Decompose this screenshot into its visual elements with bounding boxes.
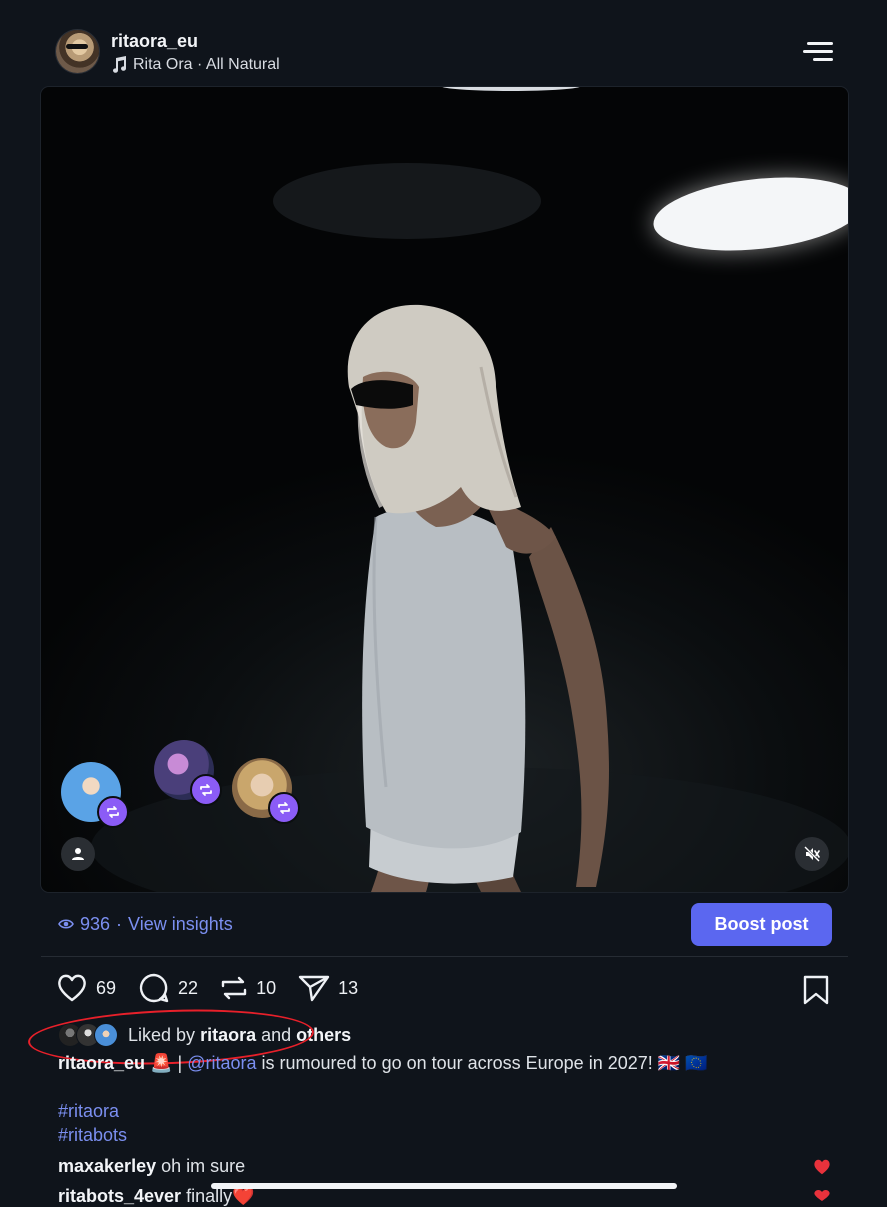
insights-row[interactable]: 936 · View insights <box>58 914 233 935</box>
song-attribution[interactable]: Rita Ora · All Natural <box>111 56 280 74</box>
share-count: 13 <box>338 977 359 998</box>
post-media[interactable] <box>41 87 848 892</box>
action-bar: 69 22 10 13 <box>56 972 358 1004</box>
menu-icon[interactable] <box>803 40 833 62</box>
divider <box>41 956 848 957</box>
home-indicator[interactable] <box>211 1183 677 1189</box>
username[interactable]: ritaora_eu <box>111 31 198 52</box>
reposter-avatar[interactable] <box>61 762 129 828</box>
comment-item: ritabots_4ever finally❤️ <box>58 1186 255 1207</box>
bookmark-icon[interactable] <box>802 975 830 1010</box>
repost-button[interactable]: 10 <box>220 973 276 1003</box>
caption-separator: | <box>177 1053 183 1073</box>
hashtag[interactable]: #ritaora <box>58 1101 119 1122</box>
share-button[interactable]: 13 <box>298 973 358 1003</box>
comment-count: 22 <box>178 977 199 998</box>
reposter-avatar[interactable] <box>154 740 222 806</box>
liker-avatars <box>58 1023 118 1047</box>
comment-button[interactable]: 22 <box>138 972 198 1004</box>
eye-icon <box>58 914 74 935</box>
repost-icon <box>220 973 248 1003</box>
comment-text: oh im sure <box>161 1156 246 1176</box>
liked-by-row[interactable]: Liked by ritaora and others <box>58 1023 351 1047</box>
comment-text: finally❤️ <box>186 1186 255 1206</box>
avatar <box>94 1023 118 1047</box>
liked-by-joiner: and <box>261 1024 292 1045</box>
reposter-avatar[interactable] <box>232 758 300 824</box>
like-count: 69 <box>96 977 117 998</box>
repost-icon <box>268 792 300 824</box>
person-icon[interactable] <box>61 837 95 871</box>
liked-by-prefix: Liked by <box>128 1024 196 1045</box>
view-insights-link[interactable]: View insights <box>128 914 233 935</box>
view-count: 936 <box>80 914 111 934</box>
liked-by-user[interactable]: ritaora <box>200 1025 256 1046</box>
heart-icon[interactable] <box>812 1188 832 1206</box>
repost-icon <box>190 774 222 806</box>
caption: ritaora_eu 🚨 | @ritaora is rumoured to g… <box>58 1053 708 1074</box>
post-header: ritaora_eu Rita Ora · All Natural <box>0 0 887 86</box>
liked-by-others[interactable]: others <box>296 1025 351 1046</box>
song-label: Rita Ora · All Natural <box>133 56 280 73</box>
boost-post-button[interactable]: Boost post <box>691 903 832 946</box>
siren-emoji: 🚨 <box>150 1053 173 1073</box>
caption-flags: 🇬🇧 🇪🇺 <box>657 1053 708 1073</box>
comment-author[interactable]: ritabots_4ever <box>58 1186 181 1206</box>
music-note-icon <box>111 56 127 74</box>
repost-icon <box>97 796 129 828</box>
caption-mention[interactable]: @ritaora <box>187 1053 256 1073</box>
like-button[interactable]: 69 <box>56 973 116 1003</box>
heart-icon[interactable] <box>812 1158 832 1181</box>
comment-item: maxakerley oh im sure <box>58 1156 245 1177</box>
hashtag[interactable]: #ritabots <box>58 1125 127 1146</box>
comment-author[interactable]: maxakerley <box>58 1156 156 1176</box>
separator: · <box>116 914 123 934</box>
caption-author[interactable]: ritaora_eu <box>58 1053 145 1073</box>
comment-bubble-icon <box>138 972 170 1004</box>
heart-icon <box>56 973 88 1003</box>
speaker-muted-icon[interactable] <box>795 837 829 871</box>
send-icon <box>298 973 330 1003</box>
avatar[interactable] <box>56 30 99 73</box>
caption-text: is rumoured to go on tour across Europe … <box>261 1053 653 1073</box>
repost-count: 10 <box>256 977 277 998</box>
